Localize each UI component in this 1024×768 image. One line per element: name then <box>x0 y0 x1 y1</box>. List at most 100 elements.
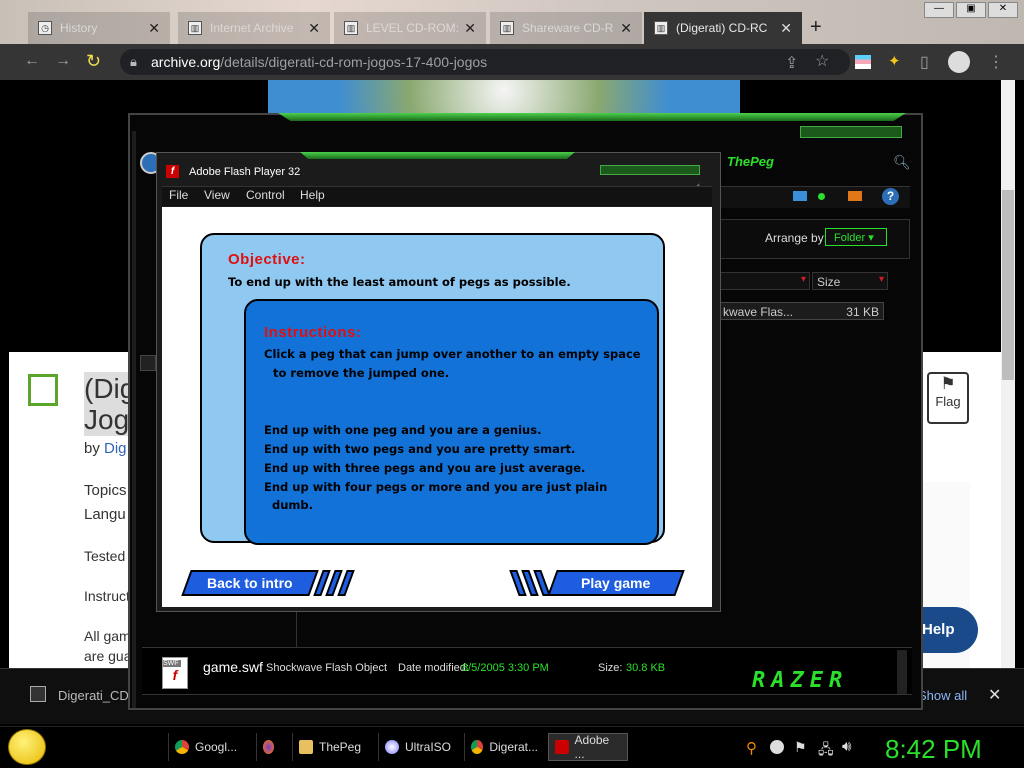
sort-arrow-icon: ▾ <box>800 274 806 285</box>
lock-icon[interactable]: 🔒︎ <box>130 54 137 70</box>
minimize-icon[interactable]: — <box>924 2 954 18</box>
instruct-text: Instruct <box>84 588 130 604</box>
window-controls-green[interactable] <box>800 126 902 138</box>
puzzle-extension-icon[interactable]: ✦ <box>888 52 901 70</box>
scrollbar-thumb[interactable] <box>1002 190 1014 380</box>
tab-digerati[interactable]: ▥ (Digerati) CD-RC ✕ <box>644 12 802 44</box>
column-header-size[interactable]: Size ▾ <box>812 272 888 290</box>
archive-icon: ▥ <box>344 21 358 35</box>
volume-icon[interactable]: 🔊︎ <box>842 738 851 755</box>
taskbar-item-digerati[interactable]: Digerat... <box>464 733 544 761</box>
archive-icon: ▥ <box>188 21 202 35</box>
flash-top-glow <box>300 152 575 159</box>
topics-label: Topics <box>84 482 127 499</box>
download-file-icon <box>30 686 46 702</box>
clock-icon: ◷ <box>38 21 52 35</box>
window-top-glow <box>278 113 906 121</box>
profile-avatar[interactable] <box>948 51 970 73</box>
archive-icon: ▥ <box>654 21 668 35</box>
show-all-link[interactable]: Show all <box>918 688 967 703</box>
all-games-text: All gam <box>84 628 131 644</box>
menu-kebab-icon[interactable]: ⋮ <box>988 52 1004 72</box>
network-icon[interactable]: 🖧︎ <box>818 739 834 763</box>
taskbar-clock[interactable]: 8:42 PM <box>885 734 982 765</box>
taskbar-item-thepeg[interactable]: ThePeg <box>292 733 368 761</box>
item-title-line2: Jog <box>84 404 130 436</box>
reload-icon[interactable]: ↻ <box>86 51 101 72</box>
taskbar-item-ultraiso[interactable]: UltraISO <box>378 733 458 761</box>
url-text: archive.org/details/digerati-cd-rom-jogo… <box>151 54 488 70</box>
taskbar-item-chrome[interactable]: Googl... <box>168 733 244 761</box>
details-size-label: Size: <box>598 662 623 674</box>
close-tab-icon[interactable]: ✕ <box>464 20 476 37</box>
tab-history[interactable]: ◷ History ✕ <box>28 12 170 44</box>
column-header-type[interactable]: ▾ <box>720 272 810 290</box>
taskbar-item-firefox[interactable] <box>256 733 286 761</box>
arrange-label: Arrange by: <box>765 231 828 245</box>
action-center-icon[interactable]: ⚑ <box>794 739 807 756</box>
instructions-title: Instructions: <box>264 324 362 341</box>
share-icon[interactable]: ⇪ <box>785 53 798 73</box>
menu-file[interactable]: File <box>169 188 188 202</box>
author-link[interactable]: Dig <box>104 440 127 457</box>
folder-icon <box>299 740 313 754</box>
help-circle-icon[interactable]: ? <box>882 188 899 205</box>
tab-internet-archive[interactable]: ▥ Internet Archive ✕ <box>178 12 330 44</box>
menu-view[interactable]: View <box>204 188 230 202</box>
language-label: Langu <box>84 506 126 523</box>
flag-icon: ⚑ <box>940 374 956 393</box>
view-icon[interactable] <box>793 191 807 201</box>
pane-handle[interactable] <box>140 355 156 371</box>
folder-options-icon[interactable] <box>848 191 862 201</box>
chrome-icon <box>175 740 189 754</box>
search-icon[interactable]: 🔍︎ <box>893 154 911 171</box>
flash-app-icon: f <box>166 165 179 178</box>
tab-shareware-cdr[interactable]: ▥ Shareware CD-R ✕ <box>490 12 642 44</box>
close-tab-icon[interactable]: ✕ <box>148 20 160 37</box>
window-title: ThePeg <box>727 154 774 169</box>
details-modified-value: 8/5/2005 3:30 PM <box>462 662 549 674</box>
result-line: End up with one peg and you are a genius… <box>264 423 542 437</box>
close-tab-icon[interactable]: ✕ <box>308 20 320 37</box>
bookmark-star-icon[interactable]: ☆ <box>815 51 829 71</box>
arrange-dropdown[interactable]: Folder ▾ <box>825 228 887 246</box>
flag-button[interactable]: ⚑ Flag <box>927 372 969 424</box>
save-disk-icon <box>28 374 58 406</box>
chevron-down-icon: ▾ <box>868 232 874 244</box>
taskbar-item-flash[interactable]: Adobe ... <box>548 733 628 761</box>
sidepanel-icon[interactable]: ▯ <box>920 52 929 72</box>
new-tab-button[interactable]: + <box>810 16 822 39</box>
pane-divider <box>296 612 297 647</box>
close-window-icon[interactable]: ✕ <box>988 2 1018 18</box>
file-row-game-swf[interactable]: kwave Flas... 31 KB <box>720 302 884 320</box>
messenger-tray-icon[interactable] <box>770 740 784 754</box>
play-game-button[interactable]: Play game <box>547 570 685 596</box>
maximize-icon[interactable]: ▣ <box>956 2 986 18</box>
download-filename[interactable]: Digerati_CD <box>58 688 129 703</box>
forward-arrow-icon[interactable]: → <box>55 52 71 70</box>
start-smiley-button[interactable] <box>8 729 46 765</box>
ultraiso-icon <box>385 740 399 754</box>
back-arrow-icon[interactable]: ← <box>24 52 40 70</box>
details-size-value: 30.8 KB <box>626 662 666 674</box>
objective-title: Objective: <box>228 251 306 268</box>
back-to-intro-button[interactable]: Back to intro <box>181 570 319 596</box>
close-tab-icon[interactable]: ✕ <box>780 20 792 37</box>
menu-control[interactable]: Control <box>246 188 285 202</box>
objective-text: To end up with the least amount of pegs … <box>228 275 571 289</box>
flash-window-controls[interactable] <box>600 165 700 175</box>
close-tab-icon[interactable]: ✕ <box>620 20 632 37</box>
instruction-line: to remove the jumped one. <box>273 366 450 380</box>
search-tray-icon[interactable]: ⚲ <box>746 739 757 757</box>
details-type: Shockwave Flash Object <box>266 662 388 674</box>
firefox-icon <box>263 740 274 754</box>
result-line: End up with three pegs and you are just … <box>264 461 586 475</box>
details-scroll[interactable] <box>897 650 907 694</box>
details-modified-label: Date modified: <box>398 662 469 674</box>
result-line: End up with two pegs and you are pretty … <box>264 442 576 456</box>
chrome-icon <box>471 740 484 754</box>
close-download-bar-icon[interactable]: ✕ <box>988 685 1001 705</box>
menu-help[interactable]: Help <box>300 188 325 202</box>
tab-level-cdrom[interactable]: ▥ LEVEL CD-ROM: ✕ <box>334 12 486 44</box>
extension-flag-icon[interactable] <box>855 55 871 69</box>
